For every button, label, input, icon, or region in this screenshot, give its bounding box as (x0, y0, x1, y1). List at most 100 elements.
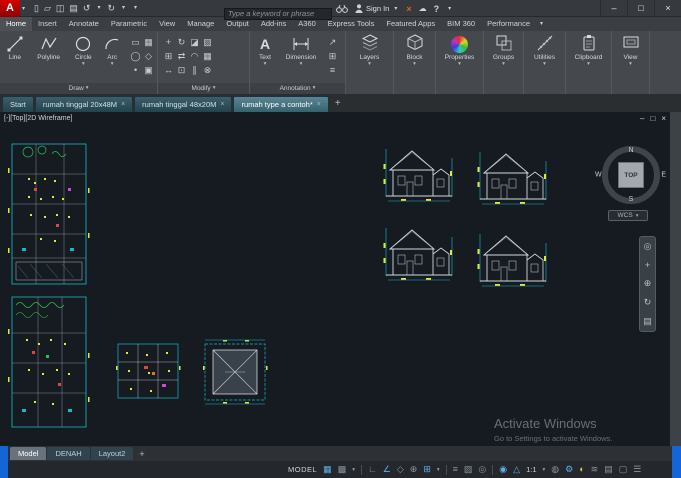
ribbon-tab-view[interactable]: View (153, 17, 181, 31)
viewport-restore-icon[interactable]: □ (650, 114, 655, 123)
plot-icon[interactable]: ▤ (69, 0, 78, 17)
groups-flyout-icon[interactable]: ▾ (502, 61, 505, 67)
block-button[interactable]: Block ▾ (394, 31, 435, 94)
layers-button[interactable]: Layers ▾ (346, 31, 393, 94)
model-space-viewport[interactable]: [-][Top][2D Wireframe] – □ × N W E S TOP… (0, 112, 670, 446)
redo-dropdown-icon[interactable]: ▾ (120, 0, 127, 17)
polygon-tool-icon[interactable]: ◇ (142, 49, 155, 63)
annotation-panel-expand-icon[interactable]: ▾ (313, 85, 316, 91)
new-icon[interactable]: ▯ (34, 0, 39, 17)
scale-tool-icon[interactable]: ⊡ (175, 63, 188, 77)
drawing-elevation-3[interactable] (383, 227, 453, 281)
layout-tab-layout2[interactable]: Layout2 (90, 447, 134, 460)
sign-in-button[interactable]: Sign In ▾ (355, 4, 399, 13)
customization-menu-icon[interactable]: ☰ (633, 461, 641, 478)
app-menu-button[interactable]: A (0, 0, 20, 17)
rectangle-tool-icon[interactable]: ▭ (129, 35, 142, 49)
modify-panel-expand-icon[interactable]: ▾ (213, 85, 216, 91)
annotation-panel-label[interactable]: Annotation ▾ (250, 83, 345, 94)
region-tool-icon[interactable]: ▣ (142, 63, 155, 77)
undo-icon[interactable]: ↺ (83, 0, 91, 17)
viewcube-south[interactable]: S (629, 196, 634, 203)
nav-wheel-icon[interactable]: ◎ (644, 241, 652, 252)
ribbon-tab-featured-apps[interactable]: Featured Apps (380, 17, 441, 31)
file-tab-rumah-48x20[interactable]: rumah tinggal 48x20M × (134, 96, 233, 112)
drawing-roof-plan[interactable] (203, 339, 268, 405)
explode-tool-icon[interactable]: ⊗ (201, 63, 214, 77)
annotation-monitor-icon[interactable]: ◍ (551, 461, 559, 478)
line-button[interactable]: Line (0, 33, 30, 83)
drawing-floor-plan[interactable] (116, 343, 181, 399)
nav-zoom-icon[interactable]: ⊕ (644, 278, 652, 289)
new-layout-button[interactable]: + (134, 449, 149, 459)
stretch-tool-icon[interactable]: ↔ (162, 63, 175, 77)
close-button[interactable]: × (654, 0, 681, 17)
undo-dropdown-icon[interactable]: ▾ (95, 0, 102, 17)
properties-button[interactable]: Properties ▾ (436, 31, 483, 94)
autoscale-icon[interactable]: △ (513, 461, 520, 478)
hatch-tool-icon[interactable]: ▦ (142, 35, 155, 49)
drawing-site-plan-1[interactable] (8, 143, 90, 285)
maximize-button[interactable]: □ (627, 0, 654, 17)
block-flyout-icon[interactable]: ▾ (413, 61, 416, 67)
drawing-elevation-1[interactable] (383, 148, 453, 202)
trim-tool-icon[interactable]: ◪ (188, 35, 201, 49)
workspace-gear-icon[interactable]: ⚙ (565, 461, 573, 478)
rotate-tool-icon[interactable]: ↻ (175, 35, 188, 49)
quick-properties-icon[interactable]: ▤ (604, 461, 613, 478)
ortho-toggle-icon[interactable]: ∟ (368, 461, 377, 478)
file-tab-rumah-type-a[interactable]: rumah type a contoh* × (233, 96, 329, 112)
clipboard-flyout-icon[interactable]: ▾ (587, 61, 590, 67)
viewport-controls-label[interactable]: [-][Top][2D Wireframe] (4, 115, 72, 122)
ribbon-tab-performance[interactable]: Performance (481, 17, 536, 31)
osnap-toggle-icon[interactable]: ⊞ (423, 461, 431, 478)
ribbon-tab-insert[interactable]: Insert (32, 17, 63, 31)
dimension-flyout-icon[interactable]: ▾ (300, 61, 303, 67)
grid-toggle-icon[interactable]: ▦ (323, 461, 332, 478)
ribbon-tab-home[interactable]: Home (0, 17, 33, 31)
draw-panel-label[interactable]: Draw ▾ (0, 83, 157, 94)
nav-pan-icon[interactable]: + (645, 260, 650, 270)
utilities-flyout-icon[interactable]: ▾ (543, 61, 546, 67)
clipboard-button[interactable]: Clipboard ▾ (566, 31, 611, 94)
arc-flyout-icon[interactable]: ▾ (111, 61, 114, 67)
a360-icon[interactable]: ☁ (419, 4, 427, 13)
file-tab-rumah-20x48[interactable]: rumah tinggal 20x48M × (34, 96, 134, 112)
redo-icon[interactable]: ↻ (107, 0, 115, 17)
help-icon[interactable]: ? (434, 4, 440, 14)
array-tool-icon[interactable]: ▦ (201, 49, 214, 63)
help-dropdown-icon[interactable]: ▾ (446, 5, 453, 12)
ribbon-tab-bim360[interactable]: BIM 360 (441, 17, 481, 31)
viewcube-east[interactable]: E (661, 172, 666, 179)
nav-showmotion-icon[interactable]: ▤ (643, 316, 652, 327)
text-button[interactable]: A Text ▾ (250, 33, 280, 83)
scale-dropdown-icon[interactable]: ▾ (543, 467, 546, 473)
layout-tab-model[interactable]: Model (10, 447, 47, 460)
leader-tool-icon[interactable]: ↗ (326, 35, 339, 49)
properties-flyout-icon[interactable]: ▾ (458, 61, 461, 67)
draw-panel-expand-icon[interactable]: ▾ (86, 85, 89, 91)
annotation-scale-button[interactable]: 1:1 (526, 465, 536, 474)
utilities-button[interactable]: Utilities ▾ (524, 31, 565, 94)
viewport-minimize-icon[interactable]: – (640, 114, 644, 123)
lineweight-toggle-icon[interactable]: ≡ (453, 461, 458, 478)
transparency-toggle-icon[interactable]: ▨ (464, 461, 473, 478)
osnap-dropdown-icon[interactable]: ▾ (437, 467, 440, 473)
polar-toggle-icon[interactable]: ∠ (383, 461, 391, 478)
qat-more-icon[interactable]: ▾ (132, 0, 139, 17)
viewport-close-icon[interactable]: × (661, 114, 666, 123)
tab-close-icon[interactable]: × (317, 101, 321, 108)
ribbon-tab-annotate[interactable]: Annotate (63, 17, 105, 31)
snap-dropdown-icon[interactable]: ▾ (352, 467, 355, 473)
graphics-performance-icon[interactable]: ≋ (591, 461, 599, 478)
snap-toggle-icon[interactable]: ▩ (338, 461, 347, 478)
circle-flyout-icon[interactable]: ▾ (82, 61, 85, 67)
model-space-button[interactable]: MODEL (288, 465, 317, 474)
app-menu-arrow-icon[interactable]: ▾ (20, 5, 27, 12)
exchange-apps-icon[interactable]: × (406, 4, 411, 14)
erase-tool-icon[interactable]: ▧ (201, 35, 214, 49)
viewcube-north[interactable]: N (628, 147, 633, 154)
table-tool-icon[interactable]: ⊞ (326, 49, 339, 63)
drawing-site-plan-2[interactable] (8, 296, 90, 428)
layers-flyout-icon[interactable]: ▾ (368, 61, 371, 67)
